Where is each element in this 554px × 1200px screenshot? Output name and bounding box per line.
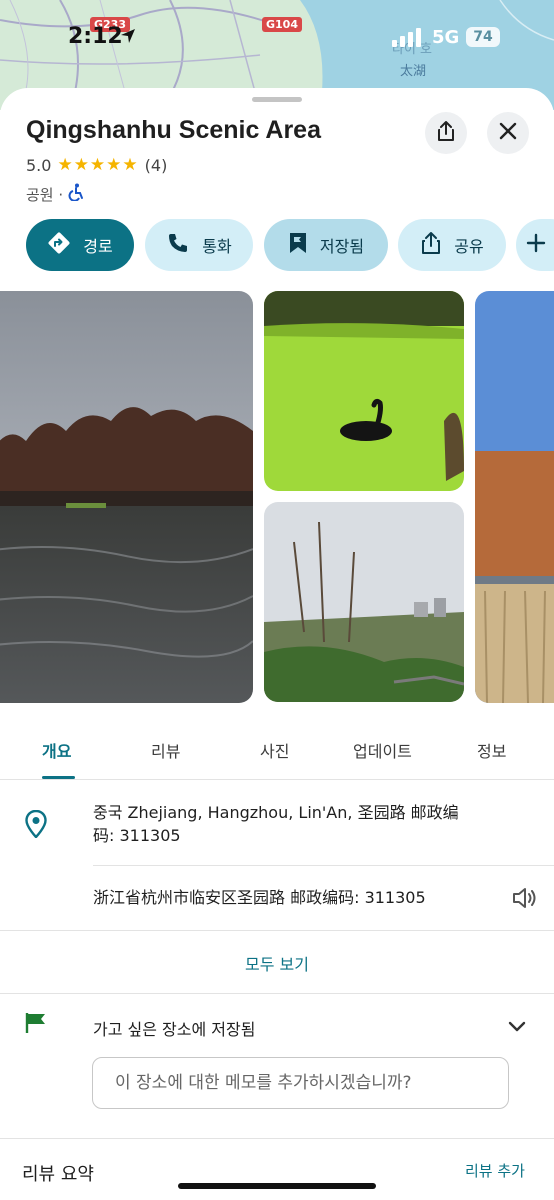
directions-label: 경로 — [83, 237, 113, 256]
home-indicator[interactable] — [178, 1183, 376, 1189]
tab-overview[interactable]: 개요 — [42, 738, 71, 762]
status-time: 2:12 — [68, 24, 123, 49]
section-divider — [0, 930, 554, 931]
saved-button[interactable]: 저장됨 — [264, 219, 388, 271]
review-summary-title: 리뷰 요약 — [22, 1164, 94, 1185]
section-divider — [0, 1138, 554, 1139]
address-divider — [93, 865, 554, 866]
section-divider — [0, 993, 554, 994]
memo-input[interactable]: 이 장소에 대한 메모를 추가하시겠습니까? — [92, 1057, 509, 1109]
chevron-down-icon[interactable] — [508, 1018, 526, 1037]
plus-icon — [526, 233, 546, 257]
tabs-divider — [0, 779, 554, 780]
tab-reviews[interactable]: 리뷰 — [151, 738, 180, 762]
see-all-button[interactable]: 모두 보기 — [0, 951, 554, 975]
rating-row[interactable]: 5.0 ★★★★★ (4) — [26, 155, 167, 175]
rating-value: 5.0 — [26, 155, 52, 175]
address-full[interactable]: 중국 Zhejiang, Hangzhou, Lin'An, 圣园路 邮政编 码… — [93, 801, 459, 847]
place-title: Qingshanhu Scenic Area — [26, 116, 321, 144]
place-sheet: Qingshanhu Scenic Area 5.0 ★★★★★ (4) 공원 … — [0, 88, 554, 1200]
address-line-1: 중국 Zhejiang, Hangzhou, Lin'An, 圣园路 邮政编 — [93, 803, 459, 822]
close-button[interactable] — [487, 112, 529, 154]
share-chip-button[interactable]: 공유 — [398, 219, 506, 271]
lake-label: 太湖 — [400, 64, 427, 79]
photo-lake[interactable] — [0, 291, 253, 703]
photo-hillside-trees[interactable] — [264, 502, 464, 702]
more-actions-button[interactable] — [516, 219, 554, 271]
directions-button[interactable]: 경로 — [26, 219, 134, 271]
share-icon — [436, 120, 456, 146]
share-button[interactable] — [425, 112, 467, 154]
directions-icon — [47, 231, 71, 259]
bookmark-flag-icon — [288, 231, 308, 259]
add-review-button[interactable]: 리뷰 추가 — [465, 1160, 525, 1181]
saved-label: 저장됨 — [319, 237, 365, 256]
share-chip-label: 공유 — [454, 237, 484, 256]
review-count: (4) — [144, 155, 168, 175]
map-pin-icon — [25, 809, 47, 842]
wheelchair-icon — [67, 183, 85, 205]
tab-photos[interactable]: 사진 — [260, 738, 289, 762]
location-arrow-icon — [120, 28, 136, 48]
star-icon: ★★★★★ — [57, 155, 139, 175]
call-label: 통화 — [202, 237, 232, 256]
photo-reeds[interactable] — [475, 291, 554, 703]
address-local[interactable]: 浙江省杭州市临安区圣园路 邮政编码: 311305 — [93, 886, 426, 909]
sheet-grabber[interactable] — [252, 97, 302, 102]
tab-updates[interactable]: 업데이트 — [353, 738, 412, 762]
photo-black-swan[interactable] — [264, 291, 464, 491]
status-bar: 2:12 5G 74 — [0, 0, 554, 60]
close-icon — [499, 122, 517, 144]
call-button[interactable]: 통화 — [145, 219, 253, 271]
phone-icon — [166, 231, 190, 259]
network-type: 5G — [432, 27, 460, 48]
address-line-2: 码: 311305 — [93, 826, 181, 845]
battery-level: 74 — [466, 27, 500, 47]
share-icon — [420, 231, 442, 259]
saved-list-label: 가고 싶은 장소에 저장됨 — [93, 1020, 256, 1039]
place-category: 공원 · — [26, 185, 64, 204]
signal-icon — [392, 27, 422, 51]
tab-info[interactable]: 정보 — [477, 738, 506, 762]
flag-icon — [25, 1012, 47, 1038]
speaker-icon[interactable] — [512, 886, 538, 914]
category-row: 공원 · — [26, 183, 85, 205]
